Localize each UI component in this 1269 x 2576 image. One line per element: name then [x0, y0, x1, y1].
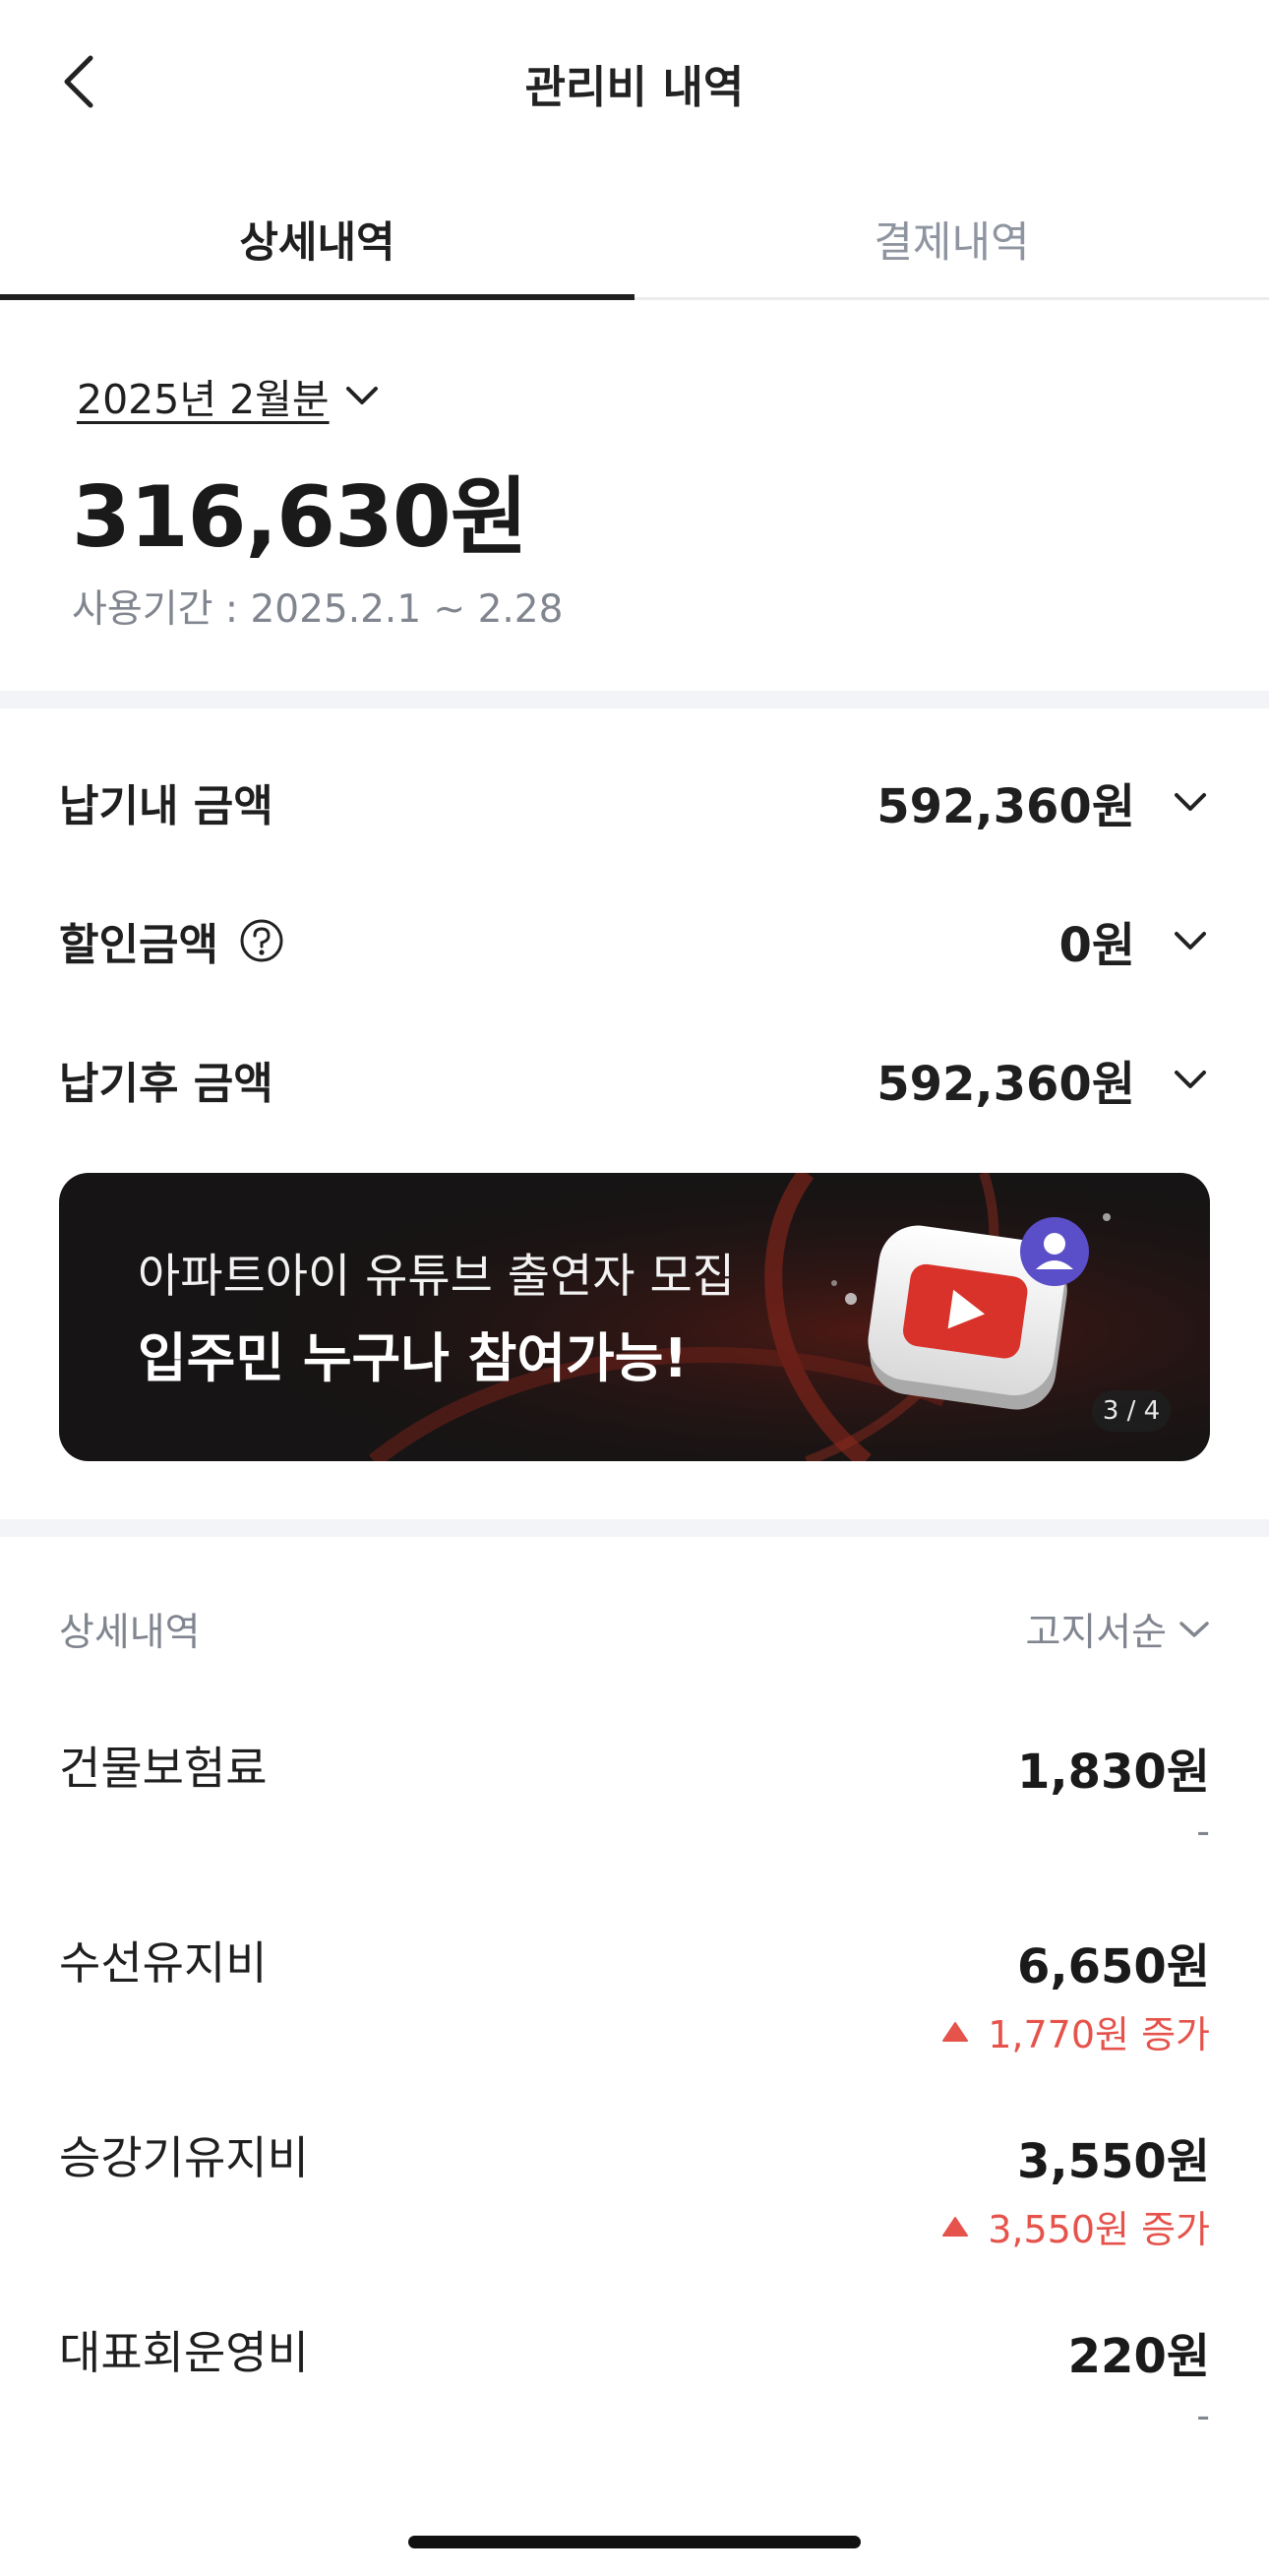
amount-value: 592,360원: [876, 1057, 1135, 1112]
list-item[interactable]: 승강기유지비 3,550원 3,550원 증가: [59, 2122, 1210, 2270]
list-item[interactable]: 건물보험료 1,830원 -: [59, 1733, 1210, 1880]
sort-dropdown[interactable]: 고지서순: [1025, 1602, 1210, 1657]
month-label: 2025년 2월분: [77, 376, 330, 423]
amount-label: 납기내 금액: [59, 781, 273, 831]
amount-value: 0원: [1058, 918, 1135, 973]
sort-label: 고지서순: [1025, 1611, 1167, 1655]
tab-detail[interactable]: 상세내역: [0, 187, 634, 300]
home-indicator: [408, 2536, 861, 2548]
amount-label: 납기후 금액: [59, 1059, 273, 1109]
promo-banner[interactable]: 아파트아이 유튜브 출연자 모집 입주민 누구나 참여가능! 3 / 4: [59, 1173, 1210, 1461]
item-change: 1,770원 증가: [988, 2013, 1210, 2056]
triangle-up-icon: [942, 2216, 969, 2237]
month-selector[interactable]: 2025년 2월분: [77, 366, 379, 425]
detail-section-title: 상세내역: [59, 1611, 201, 1655]
item-change: -: [1196, 1809, 1210, 1853]
item-name: 대표회운영비: [59, 2326, 309, 2379]
chevron-down-icon: [345, 387, 378, 404]
item-name: 승강기유지비: [59, 2131, 309, 2184]
header: 관리비 내역: [0, 0, 1269, 162]
page: 관리비 내역 상세내역 결제내역 2025년 2월분 316,630원 사용기간…: [0, 0, 1269, 2576]
item-change: 3,550원 증가: [988, 2208, 1210, 2251]
tab-payment[interactable]: 결제내역: [634, 187, 1269, 300]
amount-row-due[interactable]: 납기내 금액 592,360원: [59, 763, 1210, 841]
amount-value: 592,360원: [876, 779, 1135, 834]
amount-row-after-due[interactable]: 납기후 금액 592,360원: [59, 1040, 1210, 1119]
section-divider: [0, 691, 1269, 708]
page-title: 관리비 내역: [524, 61, 745, 113]
item-amount: 220원: [1067, 2329, 1210, 2384]
total-amount: 316,630원: [72, 468, 528, 567]
item-amount: 6,650원: [1017, 1939, 1210, 1994]
question-circle-icon[interactable]: [238, 917, 285, 964]
amount-label: 할인금액: [59, 920, 218, 970]
triangle-up-icon: [942, 2021, 969, 2042]
list-item[interactable]: 대표회운영비 220원 -: [59, 2317, 1210, 2465]
chevron-down-icon: [1171, 791, 1210, 813]
item-amount: 3,550원: [1017, 2134, 1210, 2189]
detail-header: 상세내역 고지서순: [59, 1602, 1210, 1657]
user-badge-icon: [1020, 1217, 1089, 1286]
item-name: 건물보험료: [59, 1742, 268, 1795]
section-divider: [0, 1519, 1269, 1537]
banner-page-counter: 3 / 4: [1092, 1390, 1171, 1432]
usage-period: 사용기간 : 2025.2.1 ~ 2.28: [72, 587, 564, 632]
list-item[interactable]: 수선유지비 6,650원 1,770원 증가: [59, 1928, 1210, 2075]
chevron-down-icon: [1179, 1622, 1209, 1637]
chevron-down-icon: [1171, 1069, 1210, 1090]
item-amount: 1,830원: [1017, 1745, 1210, 1800]
amount-row-discount[interactable]: 할인금액 0원: [59, 901, 1210, 980]
chevron-down-icon: [1171, 930, 1210, 951]
item-name: 수선유지비: [59, 1936, 268, 1990]
tab-bar: 상세내역 결제내역: [0, 187, 1269, 300]
banner-text-primary: 아파트아이 유튜브 출연자 모집: [138, 1250, 735, 1304]
item-change: -: [1196, 2394, 1210, 2437]
banner-text-secondary: 입주민 누구나 참여가능!: [138, 1327, 689, 1389]
